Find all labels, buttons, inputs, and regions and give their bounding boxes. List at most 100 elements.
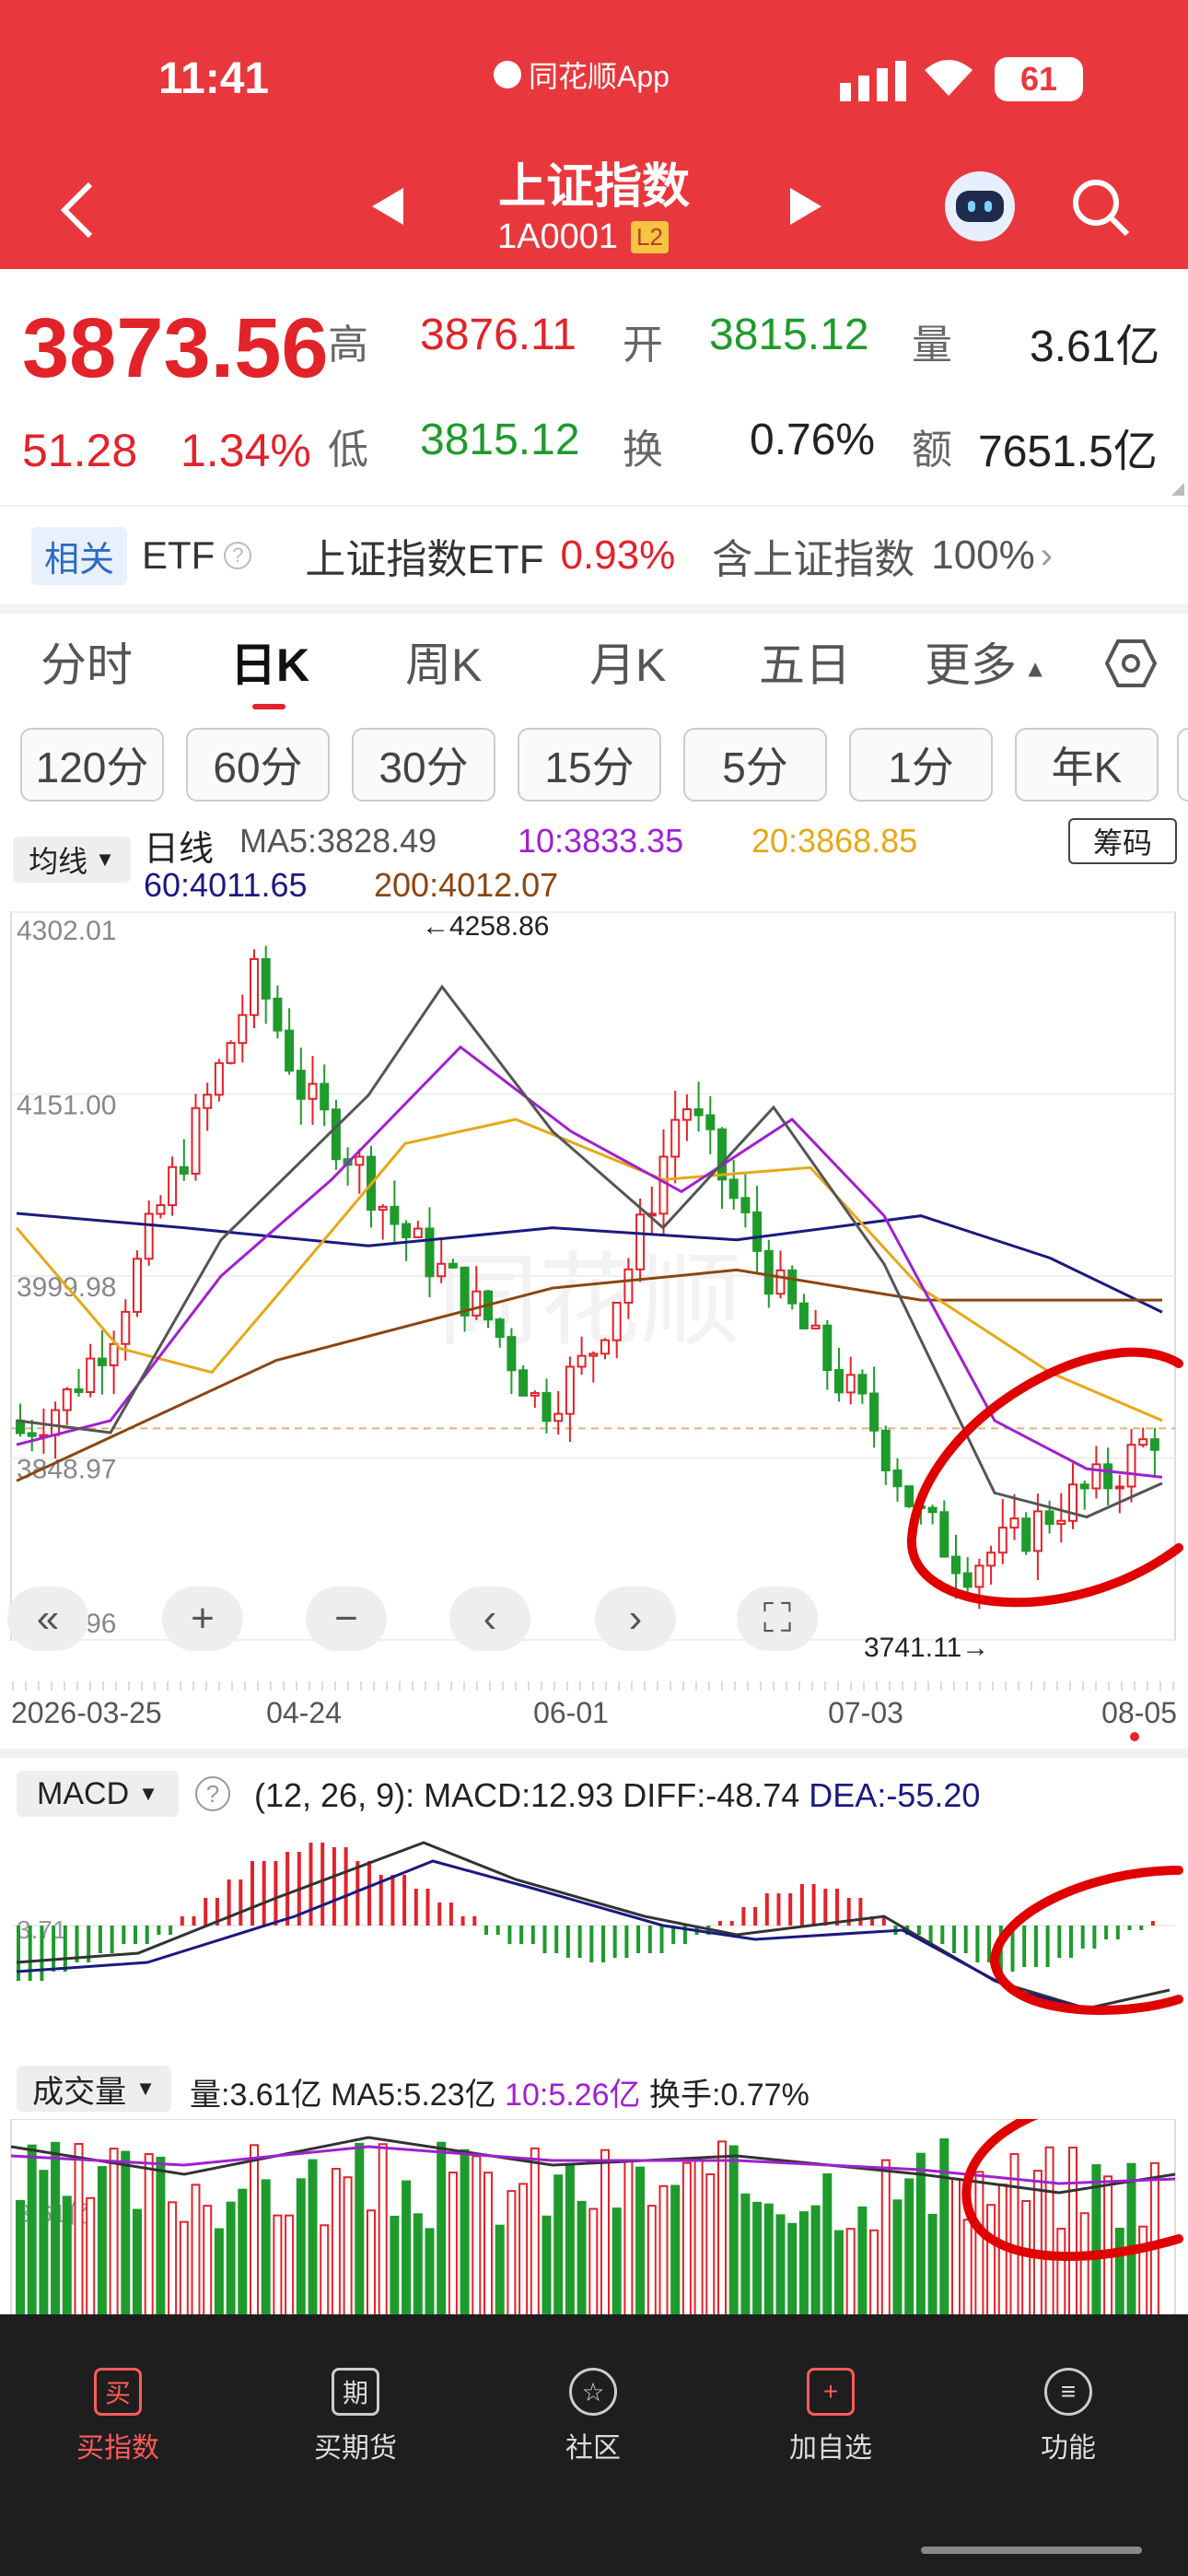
volume-bar (646, 2205, 657, 2324)
volume-bar (109, 2148, 119, 2324)
candle (553, 1412, 564, 1423)
period-30min[interactable]: 30分 (352, 728, 495, 802)
robot-assistant-icon[interactable] (945, 171, 1015, 241)
ma10-label: 10:3833.35 (518, 822, 684, 860)
macd-bar (659, 1926, 664, 1953)
period-120min[interactable]: 120分 (20, 728, 164, 802)
zoom-in-button[interactable]: + (162, 1587, 243, 1651)
candle (717, 1128, 727, 1181)
menu-icon: ≡ (1044, 2368, 1092, 2416)
x-axis-label: 06-01 (533, 1696, 609, 1729)
volume-chart[interactable]: 3.61亿 (0, 2119, 1188, 2331)
volume-bar (974, 2171, 984, 2324)
candle (1103, 1463, 1113, 1490)
volume-bar (133, 2208, 142, 2324)
tab-weekly-k[interactable]: 周K (405, 628, 482, 695)
candle (845, 1374, 856, 1394)
macd-bar (1057, 1926, 1062, 1958)
ma5-label: MA5:3828.49 (239, 822, 437, 860)
x-axis-label: 2026-03-25 (11, 1696, 162, 1729)
zoom-out-button[interactable]: − (306, 1587, 387, 1651)
macd-bar (274, 1861, 278, 1926)
line-type-label: 日线 (144, 830, 215, 869)
settings-hexagon-icon[interactable] (1105, 638, 1157, 689)
macd-selector[interactable]: MACD ▼ (17, 1771, 179, 1817)
period-5min[interactable]: 5分 (683, 728, 827, 802)
search-icon[interactable] (1070, 177, 1131, 238)
tab-monthly-k[interactable]: 月K (589, 628, 666, 695)
volume-bar (144, 2153, 154, 2324)
scroll-left-button[interactable]: ‹ (449, 1587, 530, 1651)
volume-bar (1056, 2228, 1066, 2324)
macd-bar (192, 1916, 196, 1926)
etf-label: ETF (142, 533, 215, 577)
candle (390, 1205, 400, 1225)
scroll-right-button[interactable]: › (595, 1587, 676, 1651)
volume-selector[interactable]: 成交量 ▼ (17, 2066, 171, 2112)
period-1min[interactable]: 1分 (849, 728, 993, 802)
tab-more[interactable]: 更多 ▲ (925, 628, 1047, 695)
macd-bar (484, 1926, 488, 1935)
volume-bar (658, 2184, 669, 2324)
volume-bar (226, 2201, 236, 2325)
macd-bar (425, 1889, 430, 1926)
volume-bar (717, 2140, 727, 2325)
nav-buy-futures[interactable]: 期买期货 (282, 2368, 429, 2465)
volume-bar (62, 2195, 72, 2324)
candle (775, 1269, 786, 1295)
period-60min[interactable]: 60分 (186, 728, 330, 802)
period-15min[interactable]: 15分 (518, 728, 661, 802)
etf-name[interactable]: 上证指数ETF (305, 526, 543, 585)
candle (1009, 1517, 1019, 1529)
candle (869, 1392, 879, 1432)
macd-legend: (12, 26, 9): MACD:12.93 DIFF:-48.74 DEA:… (254, 1776, 981, 1814)
macd-bar (1092, 1926, 1097, 1949)
volume-bar (156, 2156, 166, 2324)
candle (378, 1205, 388, 1212)
zoom-out-far-icon[interactable]: « (7, 1587, 88, 1651)
nav-buy-index[interactable]: 买买指数 (44, 2368, 192, 2465)
macd-bar (542, 1926, 547, 1953)
related-etf-row[interactable]: 相关 ETF ? 上证指数ETF 0.93% 含上证指数 100% › (0, 507, 1188, 604)
candle (623, 1268, 634, 1304)
level2-badge: L2 (631, 221, 669, 253)
tab-daily-k[interactable]: 日K (230, 628, 309, 695)
macd-bar (355, 1861, 360, 1926)
volume-bar (507, 2190, 517, 2324)
help-icon[interactable]: ? (224, 542, 252, 569)
prev-stock-icon[interactable] (372, 188, 405, 225)
candle (413, 1227, 423, 1238)
nav-community[interactable]: ☆ 社区 (519, 2368, 667, 2465)
macd-help-icon[interactable]: ? (195, 1776, 230, 1811)
caret-up-icon: ▲ (1017, 654, 1047, 683)
candle (611, 1301, 622, 1341)
volume-bar (39, 2170, 49, 2325)
volume-bar (331, 2168, 341, 2324)
volume-bar (168, 2201, 178, 2324)
ma-selector[interactable]: 均线 ▼ (13, 837, 131, 883)
period-yearly-k[interactable]: 年K (1015, 728, 1159, 802)
today-dot (1130, 1732, 1139, 1741)
chips-button[interactable]: 筹码 (1068, 818, 1177, 864)
volume-bar (857, 2206, 868, 2324)
macd-bar (1104, 1926, 1109, 1939)
next-stock-icon[interactable] (788, 188, 821, 225)
tab-intraday[interactable]: 分时 (41, 628, 133, 695)
candle (740, 1197, 751, 1213)
tab-five-day[interactable]: 五日 (759, 628, 851, 695)
chevron-right-icon[interactable]: › (1041, 535, 1053, 577)
candle (904, 1485, 914, 1507)
volume-bar (752, 2201, 763, 2325)
nav-functions[interactable]: ≡ 功能 (995, 2368, 1142, 2465)
nav-add-watchlist[interactable]: + 加自选 (757, 2368, 904, 2465)
back-arrow-icon[interactable] (57, 181, 98, 240)
candle (997, 1527, 1007, 1554)
macd-chart[interactable]: 3.71 (0, 1824, 1188, 2027)
candle (168, 1165, 178, 1207)
volume-bar (1138, 2225, 1148, 2324)
candle (1126, 1444, 1136, 1488)
candle (693, 1108, 704, 1117)
macd-bar (250, 1861, 254, 1926)
candle (588, 1352, 599, 1357)
fullscreen-icon[interactable]: ⛶ (737, 1587, 818, 1651)
